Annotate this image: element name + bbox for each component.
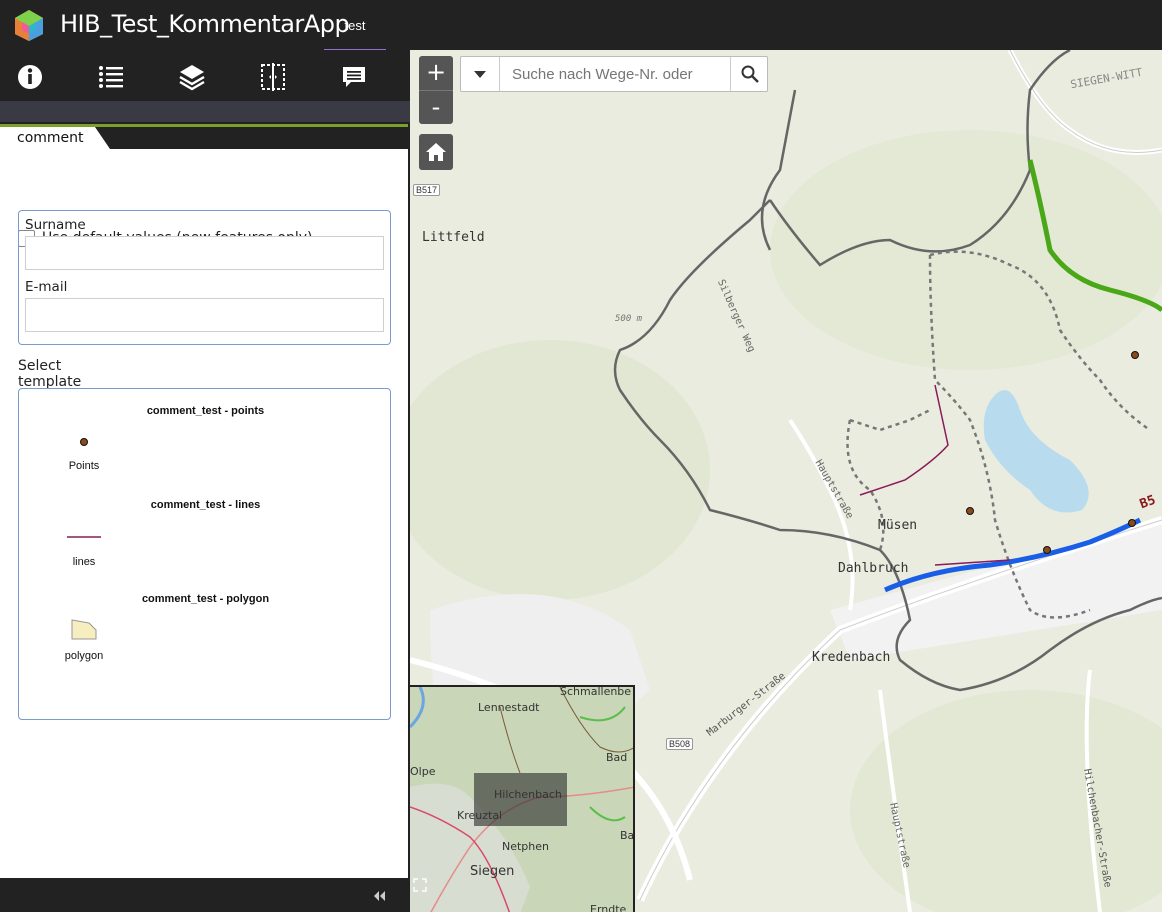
widget-panel: comment Use default values (new features… bbox=[0, 50, 410, 912]
legend-button[interactable] bbox=[81, 52, 141, 102]
map-label-kredenbach: Kredenbach bbox=[812, 650, 891, 665]
chevron-down-icon bbox=[474, 71, 486, 78]
search-widget bbox=[460, 56, 768, 92]
map-view[interactable]: Littfeld Müsen Dahlbruch Kredenbach SIEG… bbox=[410, 50, 1162, 912]
layers-button[interactable] bbox=[162, 52, 222, 102]
template-group-title-polygon: comment_test - polygon bbox=[141, 593, 270, 605]
zoom-control: + - bbox=[419, 56, 453, 124]
overview-label-siegen: Siegen bbox=[470, 864, 515, 879]
overview-label-erndte: Erndte bbox=[590, 903, 627, 912]
comment-button[interactable] bbox=[324, 52, 384, 102]
line-symbol-icon bbox=[67, 536, 101, 538]
surname-label: Surname bbox=[25, 217, 86, 233]
header-tab-test[interactable]: test bbox=[324, 0, 386, 52]
overview-label-ba: Ba bbox=[620, 829, 635, 842]
map-label-littfeld: Littfeld bbox=[422, 230, 485, 245]
header-tab-label: test bbox=[344, 18, 366, 33]
map-label-elevation: 500 m bbox=[615, 314, 643, 324]
home-icon bbox=[426, 143, 446, 161]
info-button[interactable] bbox=[0, 52, 60, 102]
zoom-out-button[interactable]: - bbox=[419, 90, 453, 125]
overview-label-lennestadt: Lennestadt bbox=[478, 701, 540, 714]
search-source-dropdown[interactable] bbox=[461, 57, 500, 91]
overview-label-hilchenbach: Hilchenbach bbox=[494, 788, 562, 801]
app-title: HIB_Test_KommentarApp bbox=[60, 10, 350, 38]
template-group-title-lines: comment_test - lines bbox=[150, 499, 261, 511]
select-template-label: Select template bbox=[18, 358, 82, 390]
tab-strip bbox=[110, 127, 408, 149]
comment-icon bbox=[343, 67, 365, 87]
collapse-panel-icon[interactable] bbox=[370, 887, 390, 905]
overview-map[interactable]: Lennestadt Schmallenbe Olpe Hilchenbach … bbox=[410, 685, 635, 912]
overview-label-netphen: Netphen bbox=[502, 840, 550, 853]
search-input[interactable] bbox=[500, 57, 729, 91]
template-group-title-points: comment_test - points bbox=[146, 405, 265, 417]
overview-label-bad: Bad bbox=[606, 751, 628, 764]
panel-footer bbox=[0, 879, 410, 912]
tab-comment-label: comment bbox=[17, 130, 84, 146]
expand-overview-icon[interactable] bbox=[412, 877, 428, 893]
polygon-symbol-icon bbox=[71, 619, 97, 640]
template-points-caption: Points bbox=[68, 460, 100, 472]
search-button[interactable] bbox=[730, 57, 768, 91]
template-lines[interactable]: lines bbox=[59, 527, 109, 569]
map-label-musen: Müsen bbox=[878, 518, 918, 533]
email-input[interactable] bbox=[25, 298, 384, 332]
swipe-icon bbox=[261, 63, 285, 91]
panel-title-bar bbox=[0, 101, 410, 122]
template-polygon-caption: polygon bbox=[64, 650, 104, 662]
overview-label-kreuztal: Kreuztal bbox=[457, 809, 503, 822]
zoom-in-button[interactable]: + bbox=[419, 56, 453, 90]
template-points[interactable]: Points bbox=[59, 434, 109, 474]
template-picker: comment_test - points Points comment_tes… bbox=[18, 388, 391, 720]
app-logo-icon bbox=[15, 10, 43, 41]
tab-comment[interactable]: comment bbox=[0, 127, 110, 149]
point-symbol-icon bbox=[80, 438, 88, 446]
template-lines-caption: lines bbox=[72, 556, 96, 568]
app-header: HIB_Test_KommentarApp test bbox=[0, 0, 1162, 52]
email-label: E-mail bbox=[25, 279, 68, 295]
user-info-form: Surname E-mail bbox=[18, 210, 391, 345]
layers-icon bbox=[179, 65, 205, 91]
home-button[interactable] bbox=[419, 134, 453, 170]
swipe-button[interactable] bbox=[243, 52, 303, 102]
panel-toolbar bbox=[0, 52, 410, 102]
road-badge-b508: B508 bbox=[666, 738, 694, 750]
road-badge-b517: B517 bbox=[413, 184, 441, 196]
info-icon bbox=[18, 65, 42, 89]
surname-input[interactable] bbox=[25, 236, 384, 270]
legend-list-icon bbox=[99, 66, 123, 88]
overview-label-schmallenberg: Schmallenbe bbox=[560, 685, 632, 698]
search-icon bbox=[741, 65, 759, 83]
map-label-dahlbruch: Dahlbruch bbox=[838, 561, 909, 576]
template-polygon[interactable]: polygon bbox=[59, 617, 109, 665]
overview-label-olpe: Olpe bbox=[410, 765, 436, 778]
